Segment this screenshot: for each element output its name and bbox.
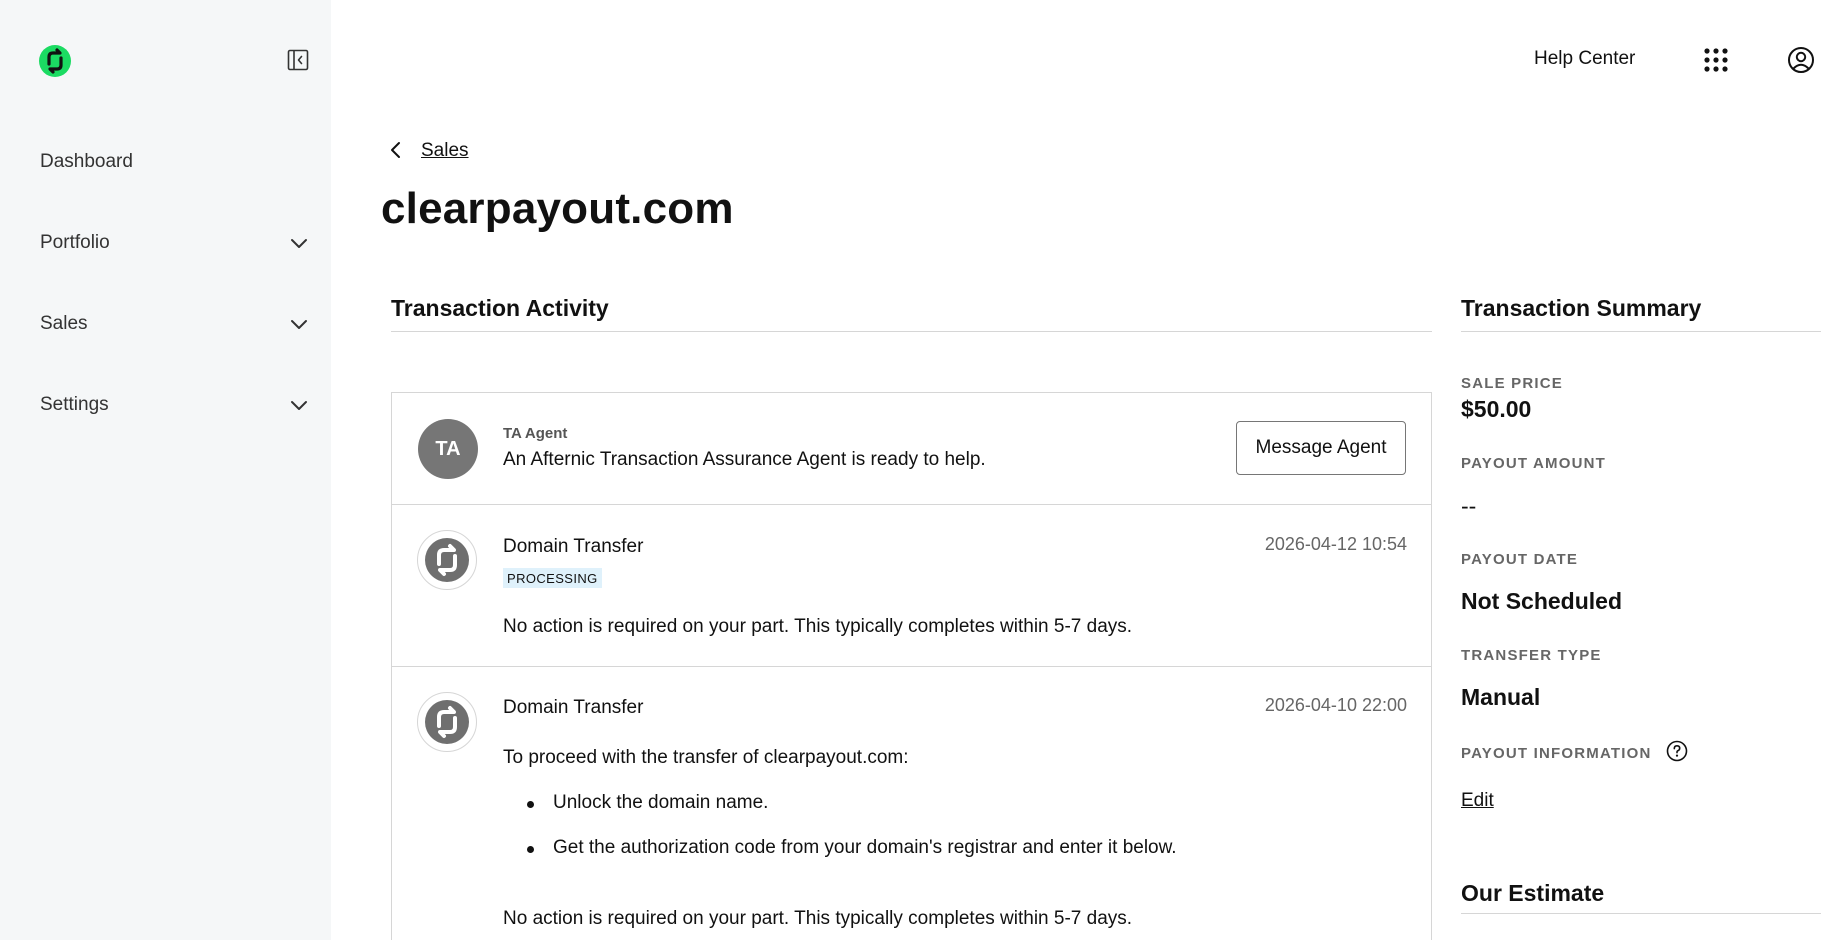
list-item: Get the authorization code from your dom… [527, 837, 1177, 882]
sidebar-item-label: Sales [40, 313, 88, 334]
sidebar-item-sales[interactable]: Sales [40, 309, 320, 339]
agent-text: An Afternic Transaction Assurance Agent … [503, 449, 986, 470]
transfer-type-value: Manual [1461, 684, 1541, 710]
edit-payout-link[interactable]: Edit [1461, 790, 1494, 812]
payout-date-label: PAYOUT DATE [1461, 551, 1579, 568]
list-item: Unlock the domain name. [527, 792, 1177, 837]
payout-date-value: Not Scheduled [1461, 588, 1623, 614]
transfer-icon [417, 692, 477, 752]
event-title: Domain Transfer [503, 536, 644, 557]
avatar: TA [418, 419, 478, 479]
transaction-activity-heading: Transaction Activity [391, 295, 609, 321]
status-badge: PROCESSING [503, 568, 602, 588]
chevron-left-icon[interactable] [386, 140, 406, 160]
transfer-icon [417, 530, 477, 590]
help-center-link[interactable]: Help Center [1534, 48, 1635, 70]
sidebar: Dashboard Portfolio Sales Settings [0, 0, 331, 940]
event-intro-text: To proceed with the transfer of clearpay… [503, 747, 909, 768]
divider [1461, 913, 1821, 914]
sale-price-label: SALE PRICE [1461, 375, 1564, 392]
payout-information-label: PAYOUT INFORMATION [1461, 745, 1652, 762]
divider [392, 504, 1431, 505]
apps-grid-icon[interactable] [1703, 47, 1729, 73]
sidebar-item-label: Dashboard [40, 151, 133, 172]
page-title: clearpayout.com [381, 184, 734, 233]
event-text: No action is required on your part. This… [503, 616, 1133, 637]
help-circle-icon[interactable] [1666, 740, 1688, 762]
event-timestamp: 2026-04-10 22:00 [1264, 695, 1407, 715]
afternic-logo-icon[interactable] [38, 44, 72, 78]
chevron-down-icon [291, 239, 307, 248]
breadcrumb-sales-link[interactable]: Sales [421, 140, 469, 162]
instruction-list: Unlock the domain name. Get the authoriz… [527, 792, 1177, 882]
divider [391, 331, 1432, 332]
our-estimate-heading: Our Estimate [1461, 880, 1605, 906]
transfer-type-label: TRANSFER TYPE [1461, 647, 1602, 664]
payout-amount-value: -- [1461, 493, 1477, 519]
payout-amount-label: PAYOUT AMOUNT [1461, 455, 1607, 472]
chevron-down-icon [291, 320, 307, 329]
sidebar-item-portfolio[interactable]: Portfolio [40, 228, 320, 258]
sidebar-item-settings[interactable]: Settings [40, 390, 320, 420]
divider [392, 666, 1431, 667]
event-title: Domain Transfer [503, 697, 644, 718]
chevron-down-icon [291, 401, 307, 410]
message-agent-button[interactable]: Message Agent [1236, 421, 1406, 475]
sidebar-collapse-icon[interactable] [286, 48, 310, 72]
activity-panel: TA TA Agent An Afternic Transaction Assu… [391, 392, 1432, 940]
event-timestamp: 2026-04-12 10:54 [1264, 534, 1407, 554]
account-icon[interactable] [1787, 46, 1815, 74]
transaction-summary-heading: Transaction Summary [1461, 295, 1702, 321]
sidebar-item-label: Portfolio [40, 232, 110, 253]
sale-price-value: $50.00 [1461, 396, 1532, 422]
sidebar-item-dashboard[interactable]: Dashboard [40, 147, 320, 177]
event-text: No action is required on your part. This… [503, 908, 1133, 929]
agent-label: TA Agent [503, 425, 568, 442]
sidebar-item-label: Settings [40, 394, 109, 415]
divider [1461, 331, 1821, 332]
